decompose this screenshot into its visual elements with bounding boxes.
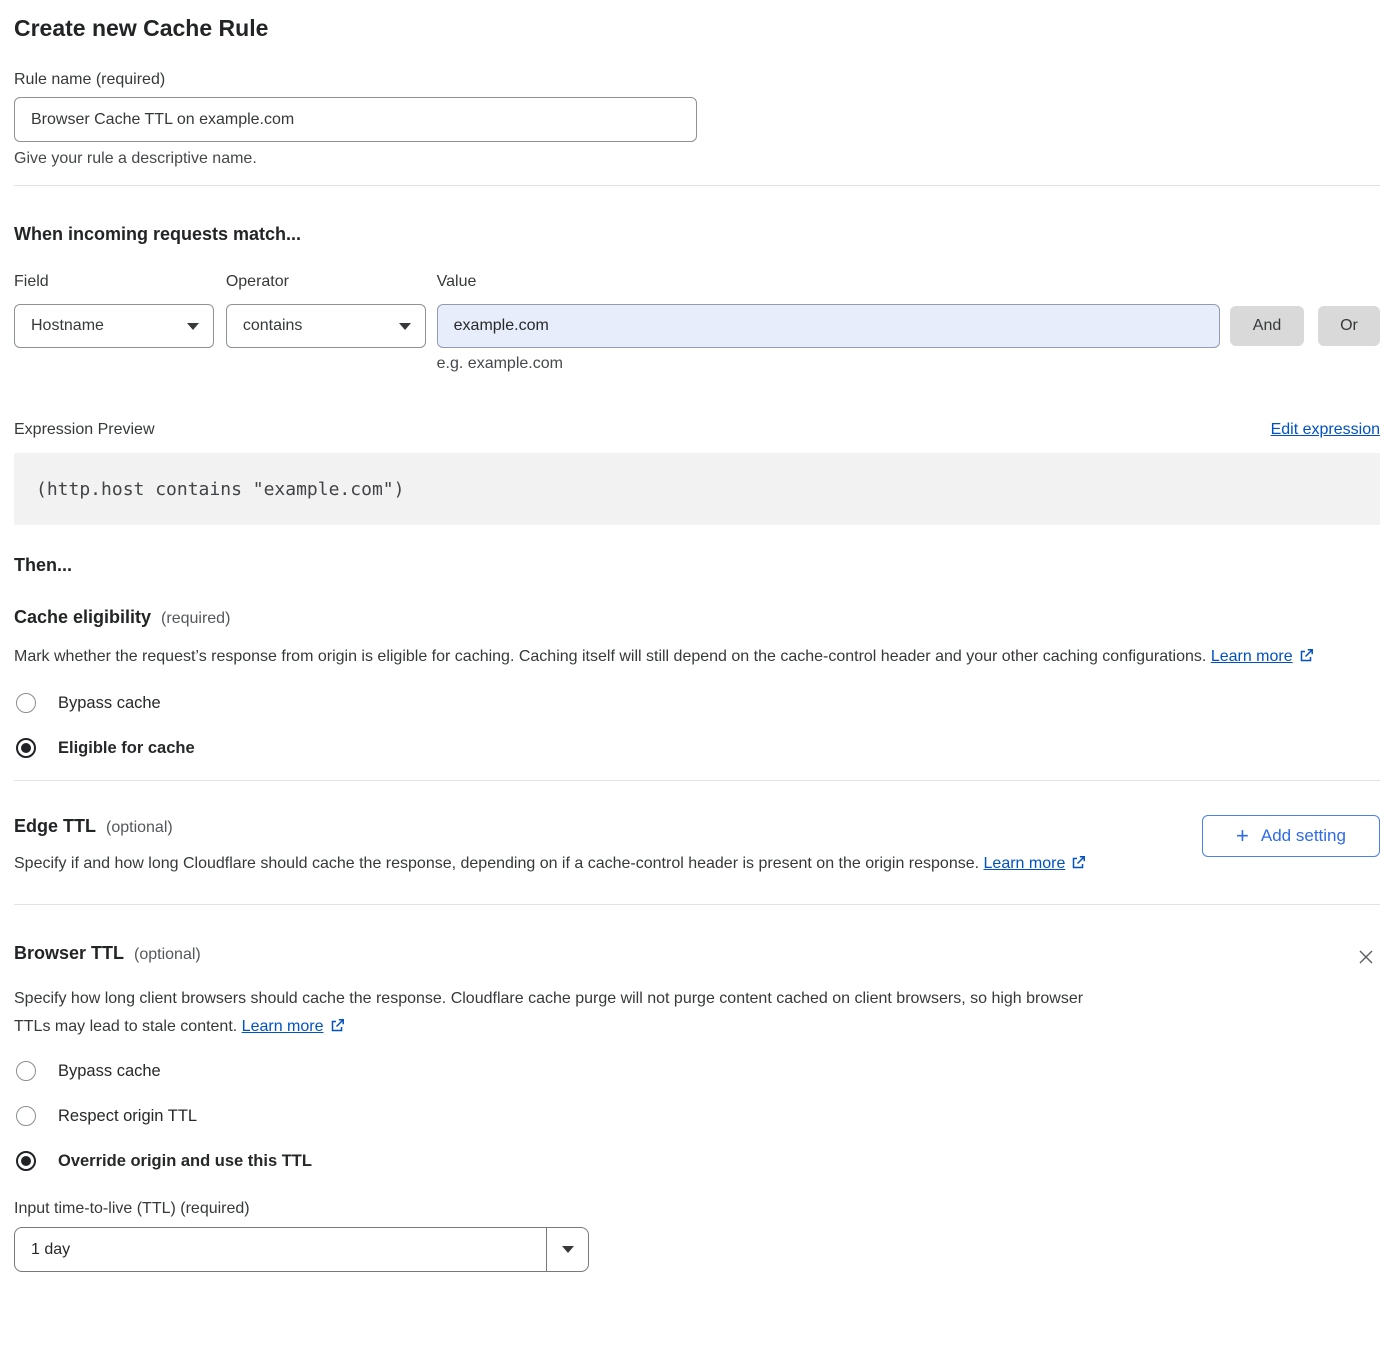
- radio-eligible-for-cache[interactable]: Eligible for cache: [14, 738, 1380, 758]
- cache-eligibility-title: Cache eligibility: [14, 605, 151, 630]
- operator-label: Operator: [226, 271, 426, 293]
- radio-circle-icon: [16, 1106, 36, 1126]
- browser-ttl-description-text: Specify how long client browsers should …: [14, 990, 1083, 1035]
- value-label: Value: [437, 271, 1220, 293]
- chevron-down-icon: [562, 1246, 574, 1253]
- radio-circle-icon: [16, 693, 36, 713]
- external-link-icon: [1071, 855, 1086, 870]
- edge-ttl-optional-badge: (optional): [106, 819, 173, 837]
- radio-circle-icon: [16, 1151, 36, 1171]
- create-cache-rule-page: Create new Cache Rule Rule name (require…: [0, 0, 1400, 1272]
- ttl-input-label: Input time-to-live (TTL) (required): [14, 1198, 1380, 1220]
- radio-label: Bypass cache: [58, 694, 161, 713]
- expression-code-text: (http.host contains "example.com"): [36, 479, 404, 500]
- radio-bypass-cache[interactable]: Bypass cache: [14, 693, 1380, 713]
- browser-ttl-description: Specify how long client browsers should …: [14, 985, 1104, 1041]
- chevron-down-icon: [399, 323, 411, 330]
- value-help: e.g. example.com: [437, 353, 1220, 375]
- rule-name-label: Rule name (required): [14, 69, 1380, 91]
- expression-preview-label: Expression Preview: [14, 419, 155, 441]
- edge-ttl-learn-more-link[interactable]: Learn more: [984, 855, 1066, 872]
- edge-ttl-title: Edge TTL: [14, 814, 96, 839]
- radio-respect-origin-ttl[interactable]: Respect origin TTL: [14, 1106, 1380, 1126]
- rule-name-help: Give your rule a descriptive name.: [14, 148, 1380, 170]
- add-setting-button[interactable]: + Add setting: [1202, 815, 1380, 857]
- divider: [14, 185, 1380, 186]
- then-heading: Then...: [14, 553, 1380, 578]
- value-input-text: example.com: [454, 317, 549, 335]
- expression-preview-code: (http.host contains "example.com"): [14, 453, 1380, 525]
- browser-ttl-optional-badge: (optional): [134, 946, 201, 964]
- cache-eligibility-learn-more-link[interactable]: Learn more: [1211, 648, 1293, 665]
- divider: [14, 780, 1380, 781]
- add-setting-label: Add setting: [1261, 826, 1346, 846]
- browser-ttl-learn-more-link[interactable]: Learn more: [242, 1018, 324, 1035]
- radio-circle-icon: [16, 738, 36, 758]
- value-input[interactable]: example.com: [437, 304, 1220, 348]
- expression-builder-row: Field Hostname Operator contains Value e…: [14, 271, 1380, 375]
- radio-circle-icon: [16, 1061, 36, 1081]
- match-section-heading: When incoming requests match...: [14, 222, 1380, 247]
- external-link-icon: [1299, 648, 1314, 663]
- field-label: Field: [14, 271, 214, 293]
- field-select[interactable]: Hostname: [14, 304, 214, 348]
- radio-label: Respect origin TTL: [58, 1107, 197, 1126]
- cache-eligibility-radio-group: Bypass cache Eligible for cache: [14, 693, 1380, 758]
- browser-ttl-title: Browser TTL: [14, 941, 124, 966]
- edge-ttl-description-text: Specify if and how long Cloudflare shoul…: [14, 855, 979, 872]
- cache-eligibility-description: Mark whether the request’s response from…: [14, 643, 1354, 671]
- rule-name-input[interactable]: Browser Cache TTL on example.com: [14, 97, 697, 142]
- and-button[interactable]: And: [1230, 306, 1304, 346]
- edge-ttl-description: Specify if and how long Cloudflare shoul…: [14, 850, 1104, 878]
- cache-eligibility-description-text: Mark whether the request’s response from…: [14, 648, 1206, 665]
- divider: [14, 904, 1380, 905]
- radio-label: Bypass cache: [58, 1062, 161, 1081]
- or-button[interactable]: Or: [1318, 306, 1380, 346]
- operator-select[interactable]: contains: [226, 304, 426, 348]
- ttl-select-value: 1 day: [15, 1228, 546, 1271]
- radio-bypass-cache[interactable]: Bypass cache: [14, 1061, 1380, 1081]
- ttl-select[interactable]: 1 day: [14, 1227, 589, 1272]
- radio-label: Override origin and use this TTL: [58, 1152, 312, 1171]
- operator-select-value: contains: [243, 317, 303, 335]
- chevron-down-icon: [187, 323, 199, 330]
- field-select-value: Hostname: [31, 317, 104, 335]
- browser-ttl-radio-group: Bypass cache Respect origin TTL Override…: [14, 1061, 1380, 1171]
- close-icon: [1356, 947, 1376, 967]
- ttl-select-arrow-button[interactable]: [546, 1228, 588, 1271]
- external-link-icon: [330, 1018, 345, 1033]
- close-browser-ttl-button[interactable]: [1352, 943, 1380, 974]
- plus-icon: +: [1236, 825, 1249, 847]
- cache-eligibility-required-badge: (required): [161, 610, 230, 628]
- edit-expression-link[interactable]: Edit expression: [1271, 419, 1380, 441]
- rule-name-value: Browser Cache TTL on example.com: [31, 111, 294, 129]
- page-title: Create new Cache Rule: [14, 14, 1380, 42]
- radio-override-origin-ttl[interactable]: Override origin and use this TTL: [14, 1151, 1380, 1171]
- radio-label: Eligible for cache: [58, 739, 195, 758]
